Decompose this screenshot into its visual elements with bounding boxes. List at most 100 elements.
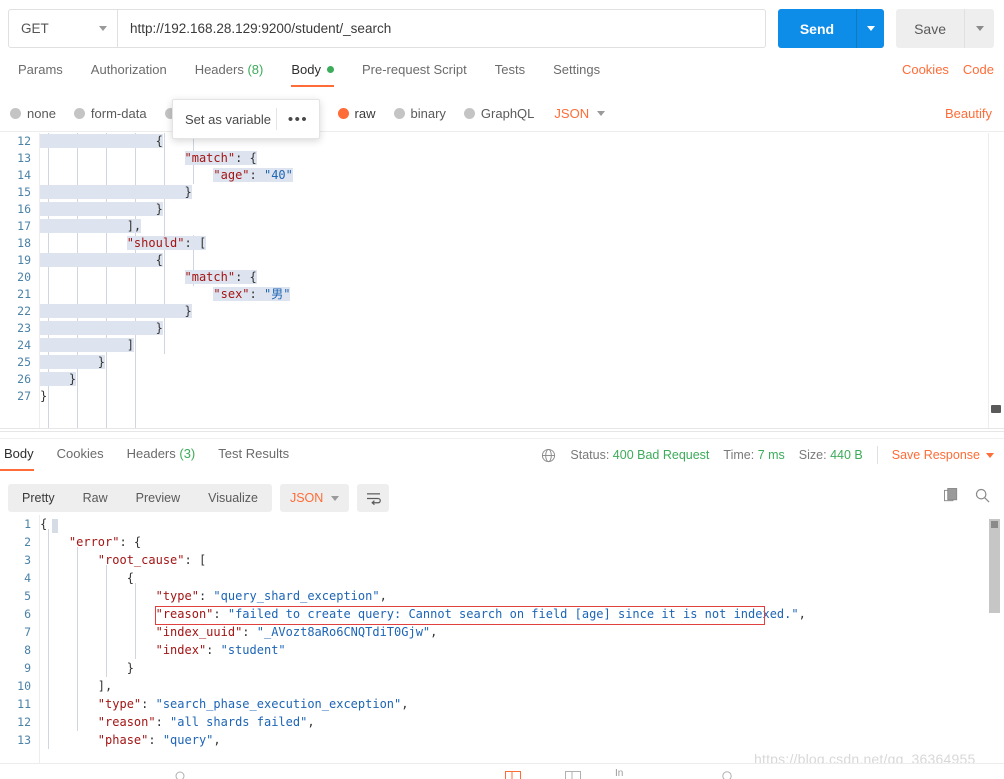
chevron-down-icon [866,26,875,31]
tab-settings[interactable]: Settings [539,58,614,89]
code-token: { [40,571,134,585]
code-line[interactable]: ] [40,337,984,354]
code-line[interactable]: "sex": "男" [40,286,984,303]
body-type-binary[interactable]: binary [393,106,446,121]
send-button[interactable]: Send [777,9,857,48]
code-line[interactable]: { [40,252,984,269]
response-tab-headers[interactable]: Headers (3) [117,440,209,472]
code-line[interactable]: } [40,184,984,201]
code-line[interactable]: { [40,569,984,587]
single-pane-view-icon[interactable] [565,768,581,779]
tab-headers[interactable]: Headers (8) [181,58,278,89]
size-value: 440 B [830,448,863,462]
response-body-viewer[interactable]: 1 2 3 4 5 6 7 8 9 10 11 12 13 { "error": { "root_cau… [0,515,1004,763]
code-line[interactable]: "index": "student" [40,641,984,659]
code-line[interactable]: "type": "query_shard_exception", [40,587,984,605]
line-number: 20 [17,270,31,284]
request-body-editor[interactable]: 12 13 14 15 16 17 18 19 20 21 22 23 24 25 26 27 { "matc… [0,133,1004,429]
code-line[interactable]: } [40,354,984,371]
tab-label: Headers [126,446,176,461]
code-line[interactable]: "index_uuid": "_AVozt8aRo6CNQTdiT0Gjw", [40,623,984,641]
response-tab-cookies[interactable]: Cookies [47,440,117,472]
view-mode-visualize[interactable]: Visualize [194,484,272,512]
cookies-link[interactable]: Cookies [902,62,949,77]
two-pane-view-icon[interactable] [505,768,521,779]
chevron-down-icon [99,26,107,31]
tab-pre-request-script[interactable]: Pre-request Script [348,58,481,89]
code-line[interactable]: "reason": "failed to create query: Canno… [40,605,984,623]
response-tab-body[interactable]: Body [0,440,47,472]
code-token: : [206,643,221,657]
body-type-label: raw [354,106,376,121]
view-mode-preview[interactable]: Preview [122,484,194,512]
save-options-button[interactable] [964,9,994,48]
response-toolbar: Pretty Raw Preview Visualize JSON [0,481,1004,515]
view-mode-raw[interactable]: Raw [69,484,122,512]
code-line[interactable]: "error": { [40,533,984,551]
code-line[interactable]: "type": "search_phase_execution_exceptio… [40,695,984,713]
tab-label: Body [4,446,34,461]
tab-tests[interactable]: Tests [481,58,539,89]
code-line[interactable]: "should": [ [40,235,984,252]
headers-count: (8) [247,62,264,77]
raw-format-select[interactable]: JSON [554,106,606,121]
tab-body[interactable]: Body [277,58,348,89]
request-editor-scrollbar[interactable] [988,133,1002,429]
code-link[interactable]: Code [963,62,994,77]
code-line[interactable]: } [40,659,984,677]
url-input[interactable]: http://192.168.28.129:9200/student/_sear… [118,9,766,48]
search-button[interactable] [975,488,990,508]
body-type-row: none form-data x-www-form-urlencoded raw… [0,96,1004,132]
code-line[interactable]: "root_cause": [ [40,551,984,569]
code-token: : [155,715,171,729]
status-value: 400 Bad Request [612,448,710,462]
tab-label: Cookies [56,446,104,461]
code-line[interactable]: ], [40,677,984,695]
code-line[interactable]: ], [40,218,984,235]
http-method-select[interactable]: GET [8,9,118,48]
response-format-select[interactable]: JSON [279,484,350,512]
request-code-lines[interactable]: { "match": { "age": "40" } } ], "should"… [40,133,984,429]
tab-authorization[interactable]: Authorization [77,58,181,89]
code-token: , [307,715,315,729]
response-view-modes: Pretty Raw Preview Visualize [8,484,272,512]
code-line[interactable]: } [40,388,984,405]
help-icon[interactable] [720,768,736,779]
save-response-button[interactable]: Save Response [892,448,994,462]
beautify-button[interactable]: Beautify [945,106,1004,121]
code-line[interactable]: } [40,371,984,388]
code-line[interactable]: "match": { [40,150,984,167]
code-token: "match" [184,270,236,284]
body-type-form-data[interactable]: form-data [73,106,147,121]
line-number: 17 [17,219,31,233]
view-mode-pretty[interactable]: Pretty [8,484,69,512]
copy-button[interactable] [944,487,959,509]
scrollbar-thumb[interactable] [991,405,1001,413]
response-code-lines[interactable]: { "error": { "root_cause": [ { "type": "… [40,515,984,763]
code-line[interactable]: } [40,201,984,218]
code-token: } [40,661,134,675]
code-line[interactable]: "match": { [40,269,984,286]
save-button[interactable]: Save [896,9,964,48]
set-as-variable-button[interactable]: Set as variable [173,112,276,127]
code-line[interactable]: "age": "40" [40,167,984,184]
body-type-raw[interactable]: raw [337,106,376,121]
send-options-button[interactable] [856,9,885,48]
response-scrollbar-thumb[interactable] [989,519,1000,613]
tab-params[interactable]: Params [4,58,77,89]
code-line[interactable]: "reason": "all shards failed", [40,713,984,731]
code-line[interactable]: } [40,303,984,320]
body-type-none[interactable]: none [10,106,56,121]
line-number: 25 [17,355,31,369]
find-icon[interactable] [175,768,191,779]
wrap-lines-button[interactable] [357,484,390,512]
response-tab-test-results[interactable]: Test Results [208,440,302,472]
body-type-graphql[interactable]: GraphQL [463,106,534,121]
more-options-icon[interactable]: ••• [277,111,319,128]
code-line[interactable]: "phase": "query", [40,731,984,749]
code-line[interactable]: } [40,320,984,337]
code-line[interactable]: { [40,515,984,533]
code-token: : { [119,535,142,549]
chevron-down-icon [597,111,606,116]
